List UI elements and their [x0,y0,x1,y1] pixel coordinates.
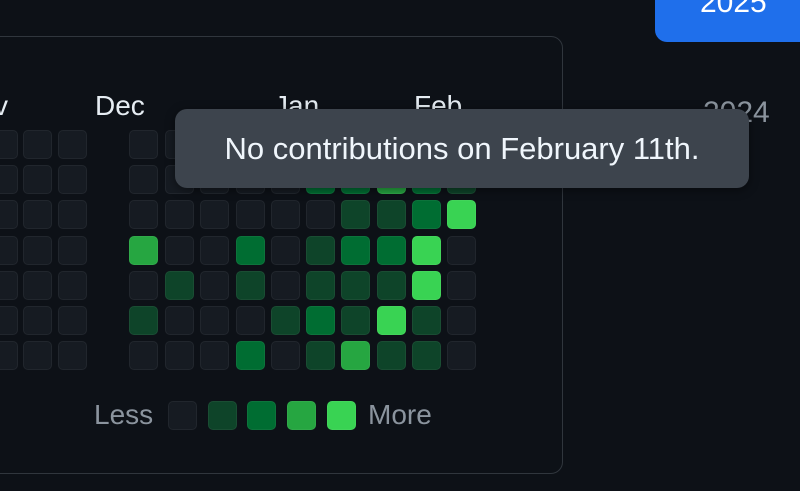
contribution-day-cell[interactable] [165,306,194,335]
contribution-day-cell[interactable] [23,130,52,159]
contribution-day-cell[interactable] [447,271,476,300]
year-button-selected[interactable]: 2025 [655,0,800,42]
month-label: v [0,90,8,121]
contribution-day-cell[interactable] [236,341,265,370]
legend-swatch [208,401,237,430]
contribution-day-cell[interactable] [271,271,300,300]
contribution-day-cell[interactable] [200,306,229,335]
contribution-day-cell[interactable] [377,341,406,370]
contribution-day-cell[interactable] [412,306,441,335]
contribution-day-cell[interactable] [129,271,158,300]
contribution-day-cell[interactable] [341,236,370,265]
contribution-day-cell[interactable] [129,341,158,370]
contribution-day-cell[interactable] [341,306,370,335]
contribution-day-cell[interactable] [271,236,300,265]
legend-swatch [327,401,356,430]
contribution-day-cell[interactable] [58,200,87,229]
contribution-day-cell[interactable] [200,200,229,229]
contribution-day-cell[interactable] [447,236,476,265]
legend-more-label: More [368,399,432,430]
contribution-day-cell[interactable] [23,341,52,370]
contribution-day-cell[interactable] [129,306,158,335]
contribution-day-cell[interactable] [447,200,476,229]
contribution-day-cell[interactable] [200,236,229,265]
contribution-day-cell[interactable] [236,271,265,300]
contribution-day-cell[interactable] [165,200,194,229]
contribution-day-cell[interactable] [271,341,300,370]
contribution-day-cell[interactable] [412,236,441,265]
contribution-day-cell[interactable] [377,271,406,300]
contribution-day-cell[interactable] [271,306,300,335]
contribution-day-cell[interactable] [306,236,335,265]
contribution-day-cell[interactable] [271,200,300,229]
legend-less-label: Less [94,399,154,430]
contribution-day-cell[interactable] [58,130,87,159]
legend-swatch [287,401,316,430]
contribution-day-cell[interactable] [58,341,87,370]
contribution-day-cell[interactable] [129,130,158,159]
contribution-day-cell[interactable] [306,271,335,300]
contribution-day-cell[interactable] [412,341,441,370]
contribution-day-cell[interactable] [341,341,370,370]
contribution-day-cell[interactable] [23,236,52,265]
contribution-day-cell[interactable] [0,165,18,194]
month-label: Dec [95,90,145,121]
contribution-day-cell[interactable] [58,306,87,335]
contribution-day-cell[interactable] [412,200,441,229]
contribution-day-cell[interactable] [412,271,441,300]
contribution-day-cell[interactable] [236,200,265,229]
contribution-day-cell[interactable] [0,236,18,265]
contribution-day-cell[interactable] [23,306,52,335]
contribution-day-cell[interactable] [58,271,87,300]
contribution-day-cell[interactable] [129,165,158,194]
contribution-day-cell[interactable] [165,341,194,370]
contribution-day-cell[interactable] [58,165,87,194]
contribution-day-cell[interactable] [377,200,406,229]
contribution-day-cell[interactable] [0,200,18,229]
contribution-day-cell[interactable] [341,271,370,300]
contribution-day-cell[interactable] [341,200,370,229]
contribution-day-cell[interactable] [306,306,335,335]
contribution-day-cell[interactable] [23,165,52,194]
contribution-day-cell[interactable] [200,271,229,300]
contribution-day-cell[interactable] [129,200,158,229]
contribution-day-cell[interactable] [236,306,265,335]
legend-swatch [168,401,197,430]
contribution-day-cell[interactable] [58,236,87,265]
contribution-tooltip: No contributions on February 11th. [175,109,749,188]
contribution-day-cell[interactable] [0,341,18,370]
contribution-day-cell[interactable] [23,271,52,300]
legend-swatch [247,401,276,430]
contribution-day-cell[interactable] [129,236,158,265]
year-button-label: 2025 [700,0,767,19]
contribution-day-cell[interactable] [200,341,229,370]
contribution-day-cell[interactable] [377,306,406,335]
contribution-day-cell[interactable] [377,236,406,265]
contribution-day-cell[interactable] [0,306,18,335]
contribution-day-cell[interactable] [447,341,476,370]
contribution-day-cell[interactable] [236,236,265,265]
contribution-day-cell[interactable] [306,200,335,229]
contribution-day-cell[interactable] [23,200,52,229]
contribution-day-cell[interactable] [306,341,335,370]
contribution-day-cell[interactable] [0,271,18,300]
contribution-day-cell[interactable] [0,130,18,159]
contribution-day-cell[interactable] [165,271,194,300]
contribution-day-cell[interactable] [165,236,194,265]
contribution-day-cell[interactable] [447,306,476,335]
